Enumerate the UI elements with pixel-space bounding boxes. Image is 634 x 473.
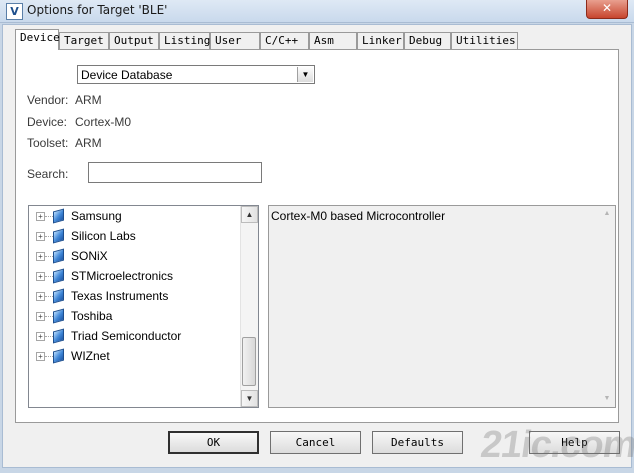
cancel-button[interactable]: Cancel <box>270 431 361 454</box>
tree-item-label: SONiX <box>71 249 108 263</box>
options-dialog: Device Target Output Listing User C/C++ … <box>2 24 632 468</box>
tree-item[interactable]: + Toshiba <box>29 306 241 326</box>
vendor-chip-icon <box>53 288 64 304</box>
device-tree: + Samsung + Silicon Labs + SONiX + STMic… <box>28 205 259 408</box>
window-title: Options for Target 'BLE' <box>27 3 168 17</box>
dialog-buttons: OK Cancel Defaults Help <box>3 430 631 460</box>
expand-icon[interactable]: + <box>36 352 45 361</box>
vendor-chip-icon <box>53 308 64 324</box>
tab-device[interactable]: Device <box>15 29 60 50</box>
device-panel: Device Database ▼ Vendor: ARM Device: Co… <box>15 49 619 423</box>
device-database-select[interactable]: Device Database ▼ <box>77 65 315 84</box>
expand-icon[interactable]: + <box>36 292 45 301</box>
tree-item[interactable]: + Samsung <box>29 206 241 226</box>
vendor-chip-icon <box>53 208 64 224</box>
description-scrollbar: ▲ ▼ <box>599 206 615 407</box>
tree-item-label: Toshiba <box>71 309 113 323</box>
expand-icon[interactable]: + <box>36 252 45 261</box>
search-label: Search: <box>27 167 69 181</box>
tree-item[interactable]: + Triad Semiconductor <box>29 326 241 346</box>
scroll-down-icon: ▼ <box>603 395 611 402</box>
tree-item[interactable]: + Silicon Labs <box>29 226 241 246</box>
scroll-down-button[interactable]: ▼ <box>241 390 258 407</box>
toolset-label: Toolset: <box>27 136 69 150</box>
device-value: Cortex-M0 <box>75 115 132 129</box>
tree-item[interactable]: + Texas Instruments <box>29 286 241 306</box>
defaults-button[interactable]: Defaults <box>372 431 463 454</box>
vendor-chip-icon <box>53 248 64 264</box>
chevron-down-icon[interactable]: ▼ <box>297 67 313 82</box>
ok-button[interactable]: OK <box>168 431 259 454</box>
tree-item-label: WIZnet <box>71 349 110 363</box>
tab-user[interactable]: User <box>210 32 260 49</box>
tab-target[interactable]: Target <box>59 32 109 49</box>
tab-linker[interactable]: Linker <box>357 32 404 49</box>
device-label: Device: <box>27 115 68 129</box>
tab-debug[interactable]: Debug <box>404 32 451 49</box>
tree-item[interactable]: + STMicroelectronics <box>29 266 241 286</box>
expand-icon[interactable]: + <box>36 232 45 241</box>
vendor-label: Vendor: <box>27 93 69 107</box>
description-text: Cortex-M0 based Microcontroller <box>271 209 446 223</box>
tree-item-label: Silicon Labs <box>71 229 136 243</box>
tab-listing[interactable]: Listing <box>159 32 210 49</box>
vendor-chip-icon <box>53 328 64 344</box>
scroll-thumb[interactable] <box>242 337 256 386</box>
search-input[interactable] <box>88 162 262 183</box>
tab-c-cpp[interactable]: C/C++ <box>260 32 309 49</box>
tab-output[interactable]: Output <box>109 32 159 49</box>
vendor-chip-icon <box>53 228 64 244</box>
vendor-chip-icon <box>53 348 64 364</box>
help-button[interactable]: Help <box>529 431 620 454</box>
device-description: Cortex-M0 based Microcontroller ▲ ▼ <box>268 205 616 408</box>
tab-utilities[interactable]: Utilities <box>451 32 518 49</box>
tree-item-label: Triad Semiconductor <box>71 329 182 343</box>
tree-item-label: Texas Instruments <box>71 289 169 303</box>
device-database-value: Device Database <box>81 68 173 82</box>
title-bar: V Options for Target 'BLE' ✕ <box>0 0 634 23</box>
expand-icon[interactable]: + <box>36 332 45 341</box>
scroll-up-button[interactable]: ▲ <box>241 206 258 223</box>
vendor-chip-icon <box>53 268 64 284</box>
tree-item[interactable]: + SONiX <box>29 246 241 266</box>
expand-icon[interactable]: + <box>36 312 45 321</box>
app-icon: V <box>6 3 23 20</box>
expand-icon[interactable]: + <box>36 212 45 221</box>
tree-item[interactable]: + WIZnet <box>29 346 241 366</box>
tree-item-label: Samsung <box>71 209 122 223</box>
expand-icon[interactable]: + <box>36 272 45 281</box>
tree-item-label: STMicroelectronics <box>71 269 174 283</box>
toolset-value: ARM <box>75 136 102 150</box>
close-button[interactable]: ✕ <box>586 0 628 19</box>
tree-scrollbar[interactable]: ▲ ▼ <box>240 206 258 407</box>
scroll-up-icon: ▲ <box>603 210 611 217</box>
tab-asm[interactable]: Asm <box>309 32 357 49</box>
vendor-value: ARM <box>75 93 102 107</box>
